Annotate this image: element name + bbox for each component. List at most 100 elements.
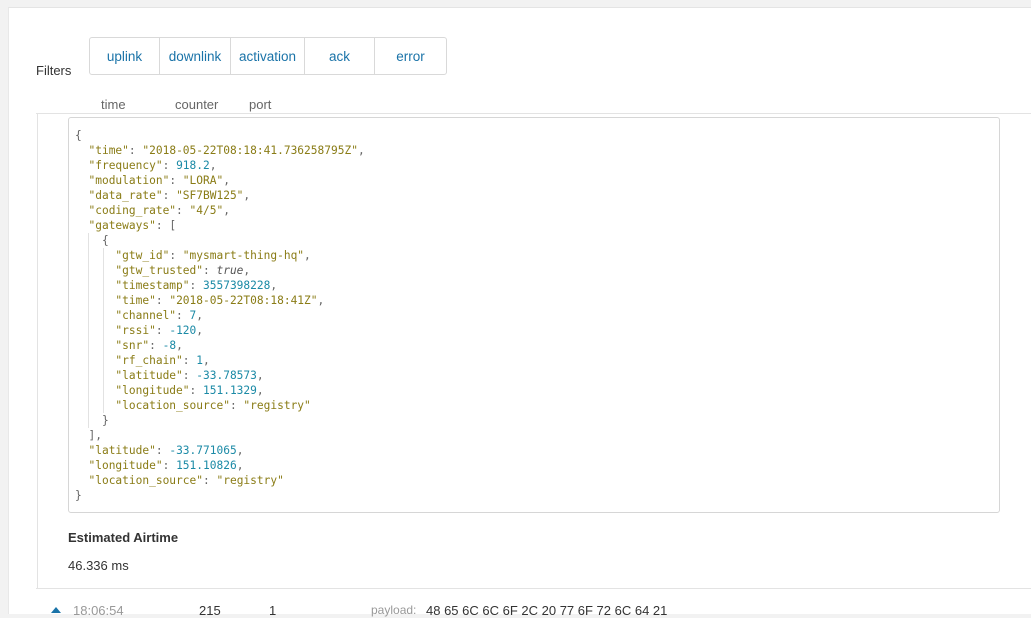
json-token: :: [203, 474, 217, 487]
json-token: "data_rate": [88, 189, 163, 202]
next-row-port: 1: [269, 603, 277, 618]
json-token: "gtw_trusted": [115, 264, 203, 277]
json-token: ,: [304, 249, 311, 262]
json-line: "data_rate": "SF7BW125",: [75, 188, 250, 203]
json-line: "location_source": "registry": [75, 473, 284, 488]
json-line: "time": "2018-05-22T08:18:41.736258795Z"…: [75, 143, 365, 158]
json-token: :: [162, 189, 177, 202]
json-line: }: [75, 488, 82, 503]
json-token: ,: [243, 189, 251, 202]
next-row-time: 18:06:54: [73, 603, 124, 618]
json-token: -33.771065: [169, 444, 237, 457]
filter-downlink-button[interactable]: downlink: [160, 38, 231, 74]
next-row-counter: 215: [199, 603, 221, 618]
json-token: "4/5": [189, 204, 224, 217]
json-token: "timestamp": [115, 279, 190, 292]
json-token: "SF7BW125": [176, 189, 244, 202]
estimated-airtime-label: Estimated Airtime: [68, 530, 179, 545]
column-header-port[interactable]: port: [249, 97, 271, 112]
json-token: "registry": [243, 399, 311, 412]
json-token: "longitude": [115, 384, 190, 397]
expand-caret-icon[interactable]: [51, 607, 61, 613]
json-line: "rf_chain": 1,: [75, 353, 210, 368]
next-row-payload-label: payload:: [371, 603, 417, 617]
json-token: ,: [223, 204, 230, 217]
json-token: "longitude": [88, 459, 163, 472]
json-token: "mysmart-thing-hq": [182, 249, 305, 262]
json-token: "latitude": [115, 369, 183, 382]
json-line: "latitude": -33.771065,: [75, 443, 243, 458]
json-line: "timestamp": 3557398228,: [75, 278, 277, 293]
json-token: ,: [196, 309, 204, 322]
json-token: :: [149, 339, 163, 352]
json-line: "snr": -8,: [75, 338, 183, 353]
json-token: ,: [203, 354, 210, 367]
json-token: ,: [270, 279, 278, 292]
filter-ack-button[interactable]: ack: [305, 38, 375, 74]
json-token: "2018-05-22T08:18:41Z": [169, 294, 318, 307]
filter-error-button[interactable]: error: [375, 38, 446, 74]
json-token: :: [162, 459, 177, 472]
json-line: "modulation": "LORA",: [75, 173, 230, 188]
filter-activation-button[interactable]: activation: [231, 38, 305, 74]
json-token: :: [128, 144, 143, 157]
filter-uplink-button[interactable]: uplink: [90, 38, 160, 74]
json-token: 918.2: [176, 159, 210, 172]
json-token: {: [75, 234, 109, 247]
json-token: :: [162, 159, 177, 172]
json-token: ,: [357, 144, 365, 157]
column-header-counter[interactable]: counter: [175, 97, 218, 112]
json-token: "rssi": [115, 324, 156, 337]
json-token: ,: [236, 459, 244, 472]
json-token: :: [189, 279, 203, 292]
json-token: "latitude": [88, 444, 156, 457]
json-line: {: [75, 128, 82, 143]
json-line: {: [75, 233, 109, 248]
json-token: ,: [196, 324, 204, 337]
json-token: "modulation": [88, 174, 170, 187]
json-token: ],: [75, 429, 102, 442]
json-token: ,: [223, 174, 230, 187]
json-token: "rf_chain": [115, 354, 183, 367]
json-token: :: [202, 264, 217, 277]
json-token: ,: [317, 294, 325, 307]
json-token: "registry": [216, 474, 284, 487]
json-token: :: [229, 399, 244, 412]
json-token: "channel": [115, 309, 177, 322]
json-token: ,: [176, 339, 183, 352]
column-header-time[interactable]: time: [101, 97, 126, 112]
json-token: ,: [209, 159, 217, 172]
json-token: true: [216, 264, 244, 277]
json-line: ],: [75, 428, 102, 443]
json-line: "longitude": 151.1329,: [75, 383, 263, 398]
json-token: }: [75, 489, 82, 502]
json-token: 151.1329: [203, 384, 257, 397]
json-token: "LORA": [182, 174, 224, 187]
json-token: "time": [115, 294, 156, 307]
json-token: :: [169, 249, 183, 262]
next-row-payload-value: 48 65 6C 6C 6F 2C 20 77 6F 72 6C 64 21: [426, 603, 668, 618]
json-line: "channel": 7,: [75, 308, 203, 323]
json-line: "rssi": -120,: [75, 323, 203, 338]
json-line: "longitude": 151.10826,: [75, 458, 243, 473]
json-token: 151.10826: [176, 459, 237, 472]
row-divider: [36, 588, 1031, 589]
estimated-airtime-value: 46.336 ms: [68, 558, 129, 573]
json-token: -8: [162, 339, 177, 352]
json-token: }: [75, 414, 109, 427]
json-line: "gateways": [: [75, 218, 176, 233]
json-token: :: [155, 324, 170, 337]
json-line: "gtw_id": "mysmart-thing-hq",: [75, 248, 311, 263]
json-token: ,: [243, 264, 251, 277]
